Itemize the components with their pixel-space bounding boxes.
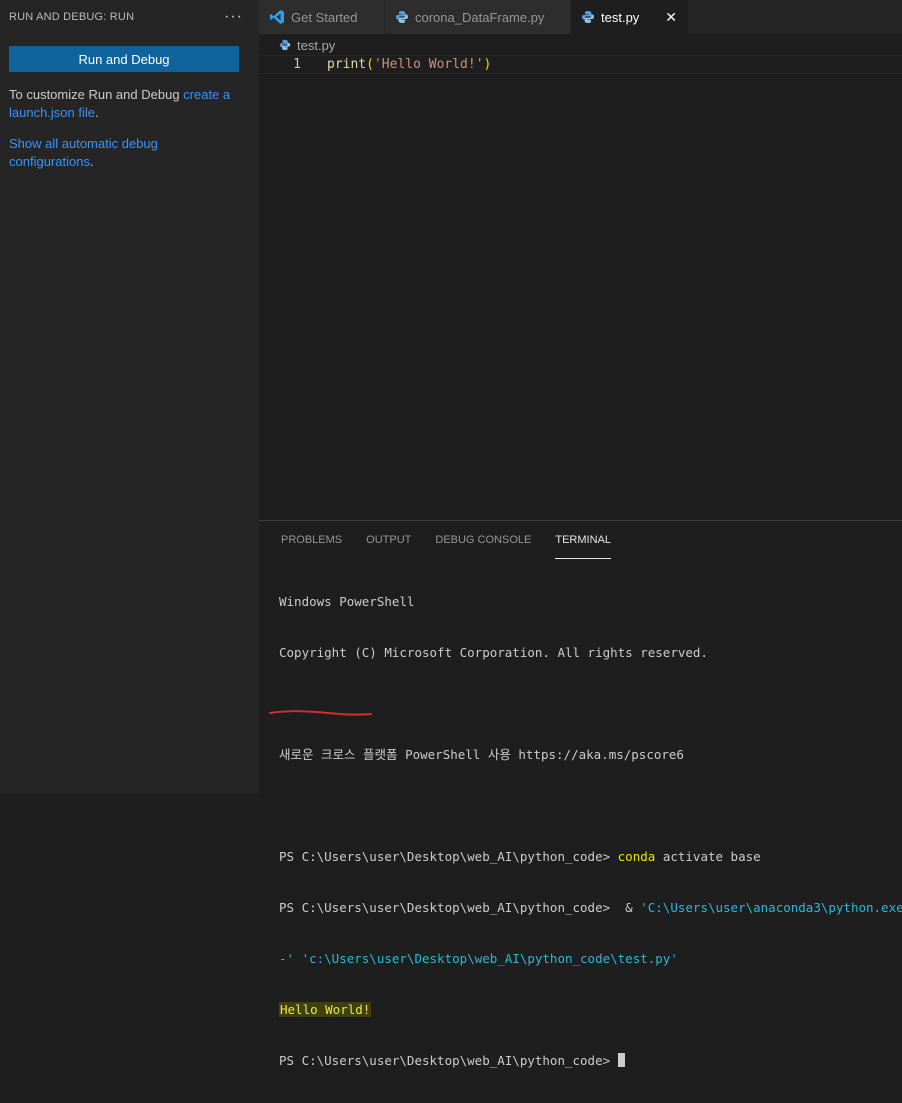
python-icon	[279, 39, 291, 51]
terminal-line: PS C:\Users\user\Desktop\web_AI\python_c…	[279, 1052, 902, 1069]
run-operator: &	[617, 900, 641, 915]
run-and-debug-button[interactable]: Run and Debug	[9, 46, 239, 72]
editor-tabbar: Get Started corona_DataFrame.py test.py …	[259, 0, 902, 34]
show-debug-configurations-link[interactable]: Show all automatic debug configurations	[9, 136, 158, 169]
conda-command: conda	[617, 849, 656, 864]
code-paren-open: (	[366, 57, 374, 72]
terminal-cursor	[617, 1053, 625, 1067]
panel-tabs: PROBLEMS OUTPUT DEBUG CONSOLE TERMINAL	[259, 521, 902, 559]
tab-output[interactable]: OUTPUT	[366, 521, 411, 559]
bottom-panel: PROBLEMS OUTPUT DEBUG CONSOLE TERMINAL W…	[259, 520, 902, 1068]
hello-world-output: Hello World!	[279, 1002, 372, 1017]
customize-label: To customize Run and Debug	[9, 87, 184, 102]
red-underline-annotation	[269, 710, 372, 716]
tab-debug-console[interactable]: DEBUG CONSOLE	[435, 521, 531, 559]
terminal-line: Copyright (C) Microsoft Corporation. All…	[279, 645, 708, 660]
run-path: 'C:\Users\user\anaconda3\python.exe' 'c:…	[640, 900, 902, 915]
conda-args: activate base	[655, 849, 761, 864]
tab-label: Get Started	[291, 9, 358, 25]
customize-text: To customize Run and Debug create a laun…	[9, 86, 245, 122]
code-paren-close: )	[483, 57, 492, 72]
tab-terminal[interactable]: TERMINAL	[555, 521, 611, 559]
terminal-line: PS C:\Users\user\Desktop\web_AI\python_c…	[279, 899, 902, 916]
terminal-line: Hello World!	[279, 1001, 902, 1018]
terminal-line: -' 'c:\Users\user\Desktop\web_AI\python_…	[279, 951, 678, 966]
code-function: print	[327, 57, 367, 72]
tab-label: test.py	[601, 9, 640, 25]
code-string: 'Hello World!'	[373, 57, 484, 72]
close-icon[interactable]: ✕	[665, 9, 677, 26]
python-icon	[395, 10, 409, 24]
prompt: PS C:\Users\user\Desktop\web_AI\python_c…	[279, 1053, 618, 1068]
prompt: PS C:\Users\user\Desktop\web_AI\python_c…	[279, 900, 618, 915]
sidebar-header: RUN AND DEBUG: RUN ···	[0, 0, 259, 34]
tab-get-started[interactable]: Get Started	[259, 0, 385, 34]
terminal-line: 새로운 크로스 플랫폼 PowerShell 사용 https://aka.ms…	[279, 747, 684, 762]
editor-line-1[interactable]: 1 print('Hello World!')	[259, 55, 902, 74]
code-text[interactable]: print('Hello World!')	[327, 57, 491, 72]
show-period: .	[89, 154, 94, 169]
breadcrumb[interactable]: test.py	[259, 34, 902, 56]
terminal-line: Windows PowerShell	[279, 594, 415, 609]
python-icon	[581, 10, 595, 24]
tab-label: corona_DataFrame.py	[415, 9, 545, 25]
tab-problems[interactable]: PROBLEMS	[281, 521, 342, 559]
tab-test-py[interactable]: test.py ✕	[571, 0, 689, 34]
terminal-output[interactable]: Windows PowerShell Copyright (C) Microso…	[279, 559, 902, 1103]
customize-period: .	[95, 105, 99, 120]
sidebar-title: RUN AND DEBUG: RUN	[9, 11, 135, 23]
show-configurations-text: Show all automatic debug configurations.	[9, 135, 245, 171]
vscode-icon	[269, 9, 285, 25]
line-number: 1	[293, 57, 301, 72]
prompt: PS C:\Users\user\Desktop\web_AI\python_c…	[279, 849, 618, 864]
more-actions-icon[interactable]: ···	[224, 9, 243, 25]
run-debug-sidebar: RUN AND DEBUG: RUN ··· Run and Debug To …	[0, 0, 259, 794]
breadcrumb-file[interactable]: test.py	[297, 38, 335, 53]
tab-corona-dataframe[interactable]: corona_DataFrame.py	[385, 0, 571, 34]
terminal-line: PS C:\Users\user\Desktop\web_AI\python_c…	[279, 848, 902, 865]
